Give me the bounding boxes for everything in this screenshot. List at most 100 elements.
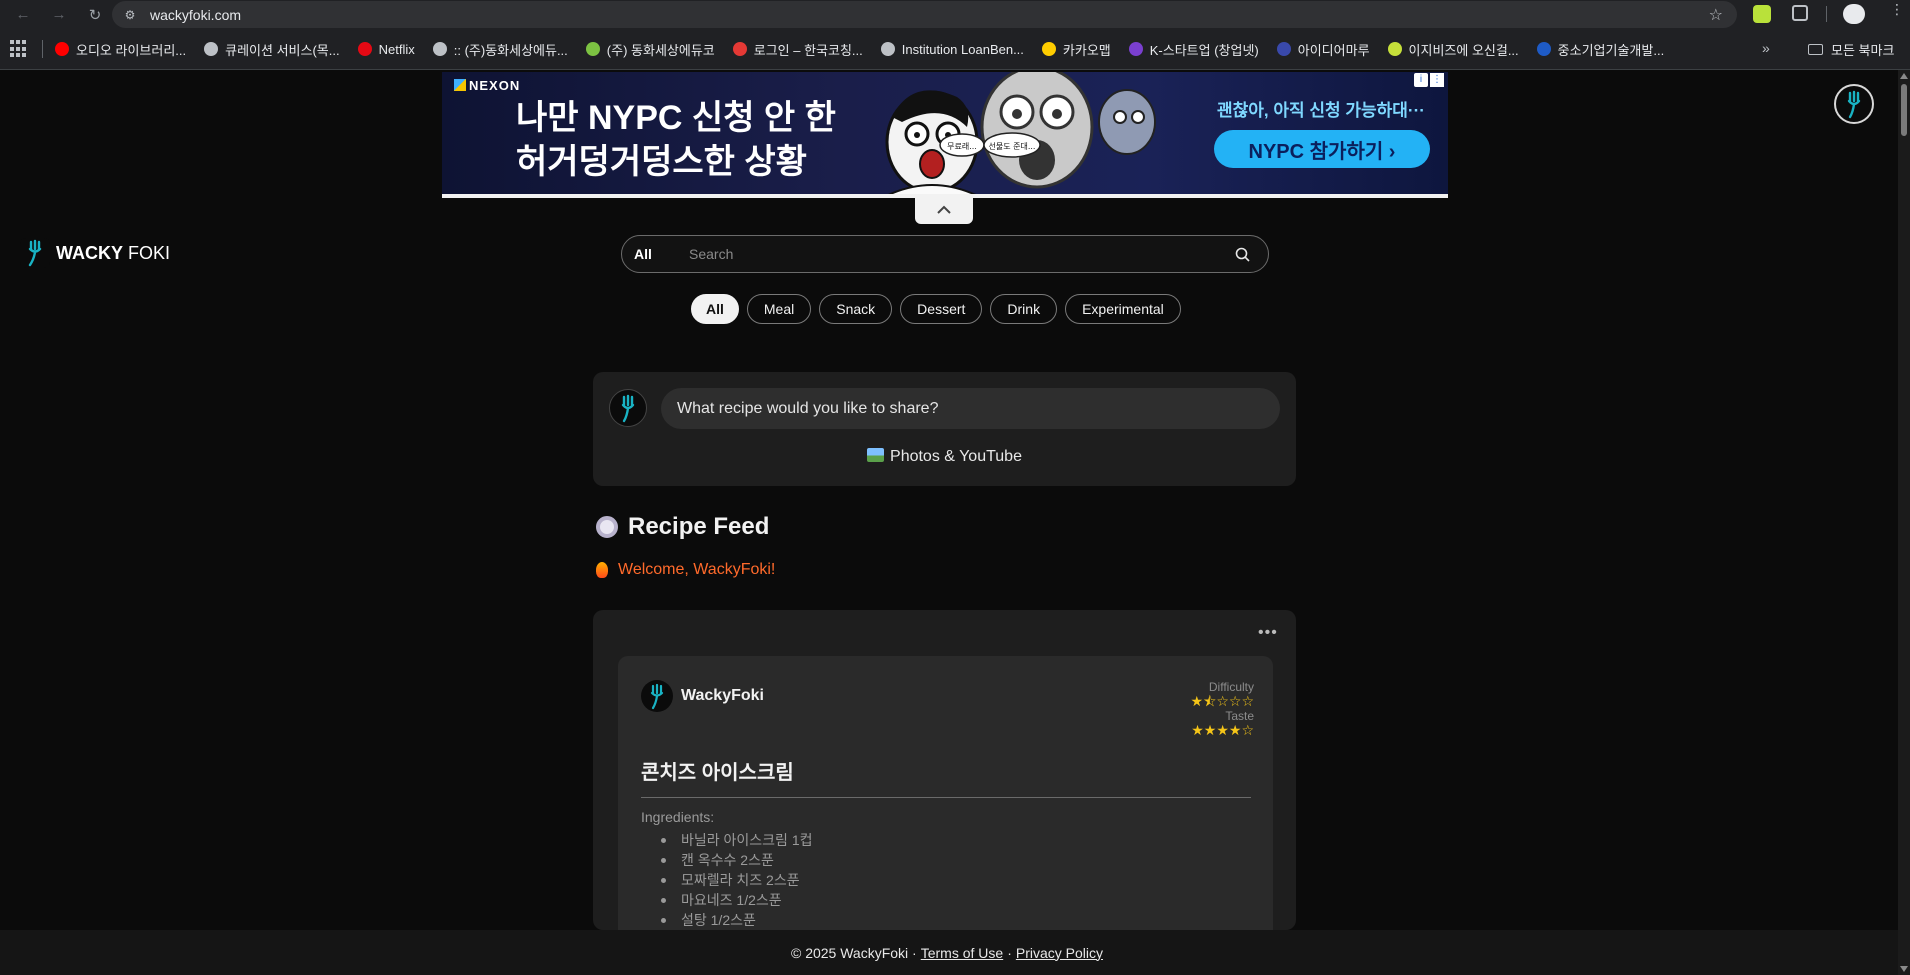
- post-author-name[interactable]: WackyFoki: [681, 687, 764, 705]
- bookmark-label: 로그인 – 한국코칭...: [753, 42, 863, 58]
- user-avatar[interactable]: [1834, 84, 1874, 124]
- ad-options-icon[interactable]: ⋮: [1430, 73, 1444, 87]
- browser-toolbar: ← → ↻ ⚙ wackyfoki.com ☆ ⋮: [0, 0, 1910, 29]
- filter-chip-snack[interactable]: Snack: [819, 294, 893, 324]
- difficulty-stars-icon: ★⯪☆☆☆: [1190, 693, 1254, 709]
- difficulty-label: Difficulty: [1208, 680, 1254, 694]
- bookmark-favicon-icon: [880, 42, 895, 56]
- all-bookmarks-folder[interactable]: 모든 북마크: [1808, 40, 1894, 59]
- ad-cartoon-illustration: 무료래... 선물도 준대...: [885, 72, 1156, 194]
- fork-logo-icon: [1847, 90, 1861, 119]
- ad-brand-logo: NEXON: [454, 78, 520, 93]
- composer-avatar: [609, 389, 647, 427]
- bookmarks-divider: [42, 40, 43, 58]
- ad-cta-button[interactable]: NYPC 참가하기 ›: [1214, 130, 1430, 168]
- bookmark-item[interactable]: Institution LoanBen...: [880, 41, 1024, 57]
- scroll-up-arrow-icon[interactable]: [1900, 73, 1908, 79]
- ad-collapse-button[interactable]: [915, 196, 973, 224]
- bookmark-item[interactable]: 큐레이션 서비스(목...: [204, 40, 340, 59]
- search-icon[interactable]: [1226, 247, 1258, 262]
- bookmark-item[interactable]: 카카오맵: [1041, 40, 1111, 59]
- ad-bubble-2: 선물도 준대...: [989, 142, 1036, 151]
- fire-icon: [596, 562, 608, 578]
- site-logo[interactable]: WACKY FOKI: [20, 238, 170, 268]
- browser-menu-icon[interactable]: ⋮: [1890, 2, 1904, 16]
- bookmark-favicon-icon: [1276, 42, 1291, 56]
- search-scope-select[interactable]: All: [634, 246, 689, 262]
- bookmarks-bar: 오디오 라이브러리... 큐레이션 서비스(목... Netflix:: (주)동화…: [0, 29, 1910, 70]
- welcome-message: Welcome, WackyFoki!: [596, 561, 775, 579]
- footer-separator: ·: [1007, 944, 1012, 961]
- more-options-icon[interactable]: •••: [1258, 624, 1278, 642]
- post-author-avatar[interactable]: [641, 680, 673, 712]
- feed-title-text: Recipe Feed: [628, 513, 770, 540]
- bookmark-favicon-icon: [732, 42, 747, 56]
- page-scrollbar[interactable]: [1898, 70, 1910, 975]
- bookmark-label: Netflix: [378, 41, 415, 57]
- bookmark-label: 중소기업기술개발...: [1557, 42, 1665, 58]
- search-input[interactable]: [689, 246, 1226, 262]
- site-info-icon[interactable]: ⚙: [120, 5, 140, 25]
- fork-logo-icon: [20, 238, 50, 268]
- filter-chip-meal[interactable]: Meal: [746, 294, 812, 324]
- fork-logo-icon: [621, 394, 635, 423]
- bookmark-item[interactable]: :: (주)동화세상에듀...: [432, 40, 568, 59]
- scroll-thumb[interactable]: [1901, 84, 1907, 136]
- profile-avatar[interactable]: [1843, 4, 1865, 24]
- reload-icon[interactable]: ↻: [82, 2, 108, 28]
- privacy-link[interactable]: Privacy Policy: [1016, 945, 1103, 961]
- ingredients-list: 바닐라 아이스크림 1컵 캔 옥수수 2스푼 모짜렐라 치즈 2스푼 마요네즈 1/2…: [661, 830, 813, 930]
- post-divider: [641, 797, 1251, 798]
- rating-block: Difficulty ★⯪☆☆☆ Taste ★★★★☆: [1178, 680, 1254, 738]
- plate-icon: [596, 516, 618, 538]
- bookmark-item[interactable]: 아이디어마루: [1276, 40, 1370, 59]
- recipe-title[interactable]: 콘치즈 아이스크림: [641, 756, 794, 785]
- address-bar[interactable]: ⚙ wackyfoki.com ☆: [112, 1, 1737, 28]
- extensions-puzzle-icon[interactable]: [1792, 5, 1808, 21]
- picture-icon: [867, 448, 885, 462]
- back-icon[interactable]: ←: [10, 2, 36, 28]
- bookmark-favicon-icon: [204, 42, 219, 56]
- bookmark-item[interactable]: 로그인 – 한국코칭...: [732, 40, 863, 59]
- composer-prompt-input[interactable]: What recipe would you like to share?: [661, 388, 1280, 429]
- bookmark-star-icon[interactable]: ☆: [1709, 5, 1723, 25]
- terms-link[interactable]: Terms of Use: [921, 945, 1003, 961]
- recipe-post-card: ••• WackyFoki Difficulty ★⯪☆☆☆ Taste ★★★…: [593, 610, 1296, 930]
- forward-icon[interactable]: →: [46, 2, 72, 28]
- bookmark-label: K-스타트업 (창업넷): [1149, 42, 1259, 58]
- ad-info-icon[interactable]: i: [1414, 73, 1428, 87]
- bookmark-label: :: (주)동화세상에듀...: [453, 42, 568, 58]
- photos-youtube-label: Photos & YouTube: [890, 448, 1022, 465]
- photos-youtube-button[interactable]: Photos & YouTube: [593, 448, 1296, 466]
- bookmark-item[interactable]: 오디오 라이브러리...: [55, 40, 186, 59]
- apps-grid-icon[interactable]: [10, 40, 28, 58]
- bookmark-label: Institution LoanBen...: [901, 41, 1024, 57]
- bookmark-label: 큐레이션 서비스(목...: [225, 42, 340, 58]
- scroll-down-arrow-icon[interactable]: [1900, 966, 1908, 972]
- taste-label: Taste: [1225, 709, 1254, 723]
- url-text[interactable]: wackyfoki.com: [150, 7, 241, 23]
- bookmark-item[interactable]: 중소기업기술개발...: [1536, 40, 1665, 59]
- filter-chip-dessert[interactable]: Dessert: [900, 294, 983, 324]
- extension-icon[interactable]: [1753, 5, 1771, 23]
- welcome-text: Welcome, WackyFoki!: [618, 561, 776, 578]
- site-footer: © 2025 WackyFoki · Terms of Use · Privac…: [0, 930, 1898, 975]
- ad-bubble-1: 무료래...: [947, 142, 977, 151]
- ad-headline-2: 허거덩거덩스한 상황: [516, 143, 807, 181]
- site-logo-text: WACKY FOKI: [56, 242, 171, 263]
- search-bar: All: [621, 235, 1269, 273]
- recipe-post-content[interactable]: WackyFoki Difficulty ★⯪☆☆☆ Taste ★★★★☆ 콘…: [618, 656, 1273, 930]
- filter-chip-all[interactable]: All: [691, 294, 739, 324]
- ingredients-label: Ingredients:: [641, 809, 715, 825]
- bookmark-item[interactable]: 이지비즈에 오신걸...: [1387, 40, 1519, 59]
- fork-logo-icon: [650, 683, 664, 710]
- filter-chip-experimental[interactable]: Experimental: [1065, 294, 1181, 324]
- bookmark-item[interactable]: Netflix: [357, 41, 415, 57]
- ad-headline-1: 나만 NYPC 신청 안 한: [516, 99, 836, 137]
- filter-chip-drink[interactable]: Drink: [990, 294, 1058, 324]
- more-bookmarks-icon[interactable]: »: [1762, 40, 1770, 56]
- bookmark-item[interactable]: K-스타트업 (창업넷): [1128, 40, 1259, 59]
- bookmark-item[interactable]: (주) 동화세상에듀코: [585, 40, 715, 59]
- ad-banner[interactable]: NEXON 나만 NYPC 신청 안 한 허거덩거덩스한 상황 무료래... 선…: [442, 72, 1448, 198]
- bookmark-favicon-icon: [1128, 42, 1143, 56]
